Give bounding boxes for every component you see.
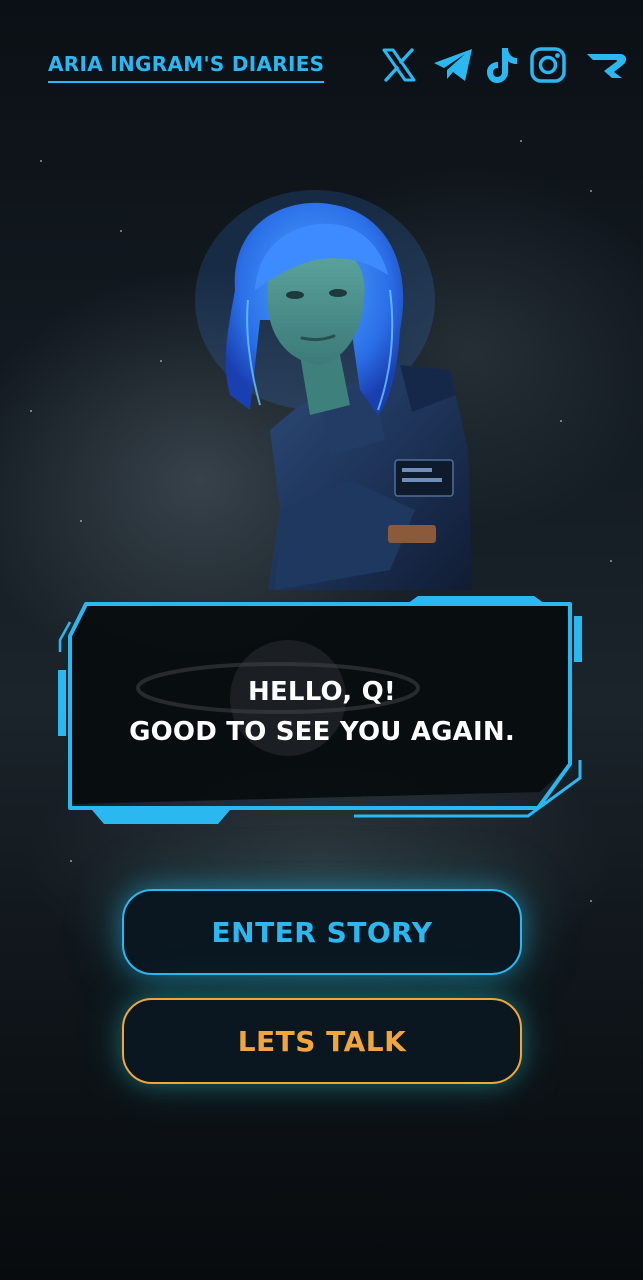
app-screen: ARIA INGRAM'S DIARIES HELLO, Q! GOOD TO … bbox=[0, 0, 643, 1280]
brand-title[interactable]: ARIA INGRAM'S DIARIES bbox=[48, 52, 325, 83]
header: ARIA INGRAM'S DIARIES bbox=[0, 0, 643, 130]
enter-story-button[interactable]: ENTER STORY bbox=[122, 889, 522, 975]
instagram-icon[interactable] bbox=[528, 44, 568, 86]
brand-icon[interactable] bbox=[582, 44, 632, 86]
greeting-line-2: GOOD TO SEE YOU AGAIN. bbox=[129, 717, 515, 747]
aria-character-illustration bbox=[150, 180, 510, 620]
telegram-icon[interactable] bbox=[430, 44, 476, 86]
greeting-line-1: HELLO, Q! bbox=[248, 677, 396, 707]
lets-talk-button[interactable]: LETS TALK bbox=[122, 998, 522, 1084]
greeting-dialog: HELLO, Q! GOOD TO SEE YOU AGAIN. bbox=[58, 592, 586, 826]
tiktok-icon[interactable] bbox=[483, 44, 521, 86]
x-icon[interactable] bbox=[378, 44, 420, 86]
greeting-text: HELLO, Q! GOOD TO SEE YOU AGAIN. bbox=[58, 672, 586, 752]
